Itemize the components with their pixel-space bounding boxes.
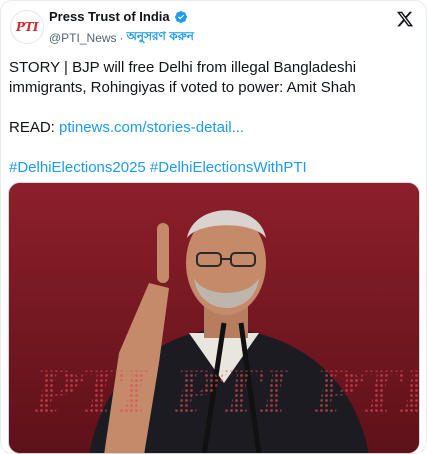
watermark-2: PTI [172,359,290,427]
hashtags[interactable]: #DelhiElections2025 #DelhiElectionsWithP… [9,158,414,178]
photo-illustration: PTI PTI PTI [9,183,420,453]
tweet-text: STORY | BJP will free Delhi from illegal… [9,58,414,178]
pointing-finger [157,223,169,283]
handle-row: @PTI_News · অনুসরণ করুন [49,28,194,48]
tweet-image[interactable]: PTI PTI PTI [8,182,420,454]
read-line: READ: ptinews.com/stories-detail... [9,118,414,138]
tweet-headline: STORY | BJP will free Delhi from illegal… [9,59,357,96]
name-row: Press Trust of India [49,9,188,24]
watermark-3: PTI [312,359,420,427]
handle[interactable]: @PTI_News [49,31,117,45]
separator: · [119,31,124,45]
x-logo-icon[interactable] [396,10,414,28]
avatar-logo-text: PTI [15,20,39,34]
tweet-card: PTI Press Trust of India @PTI_News · অনু… [0,0,427,454]
pti-watermark: PTI PTI PTI [32,359,420,427]
display-name[interactable]: Press Trust of India [49,9,170,24]
story-link[interactable]: ptinews.com/stories-detail... [59,119,244,136]
read-prefix: READ: [9,119,60,136]
avatar[interactable]: PTI [10,10,44,44]
follow-button[interactable]: অনুসরণ করুন [127,28,194,48]
verified-badge-icon [174,10,187,23]
watermark-1: PTI [32,359,150,427]
